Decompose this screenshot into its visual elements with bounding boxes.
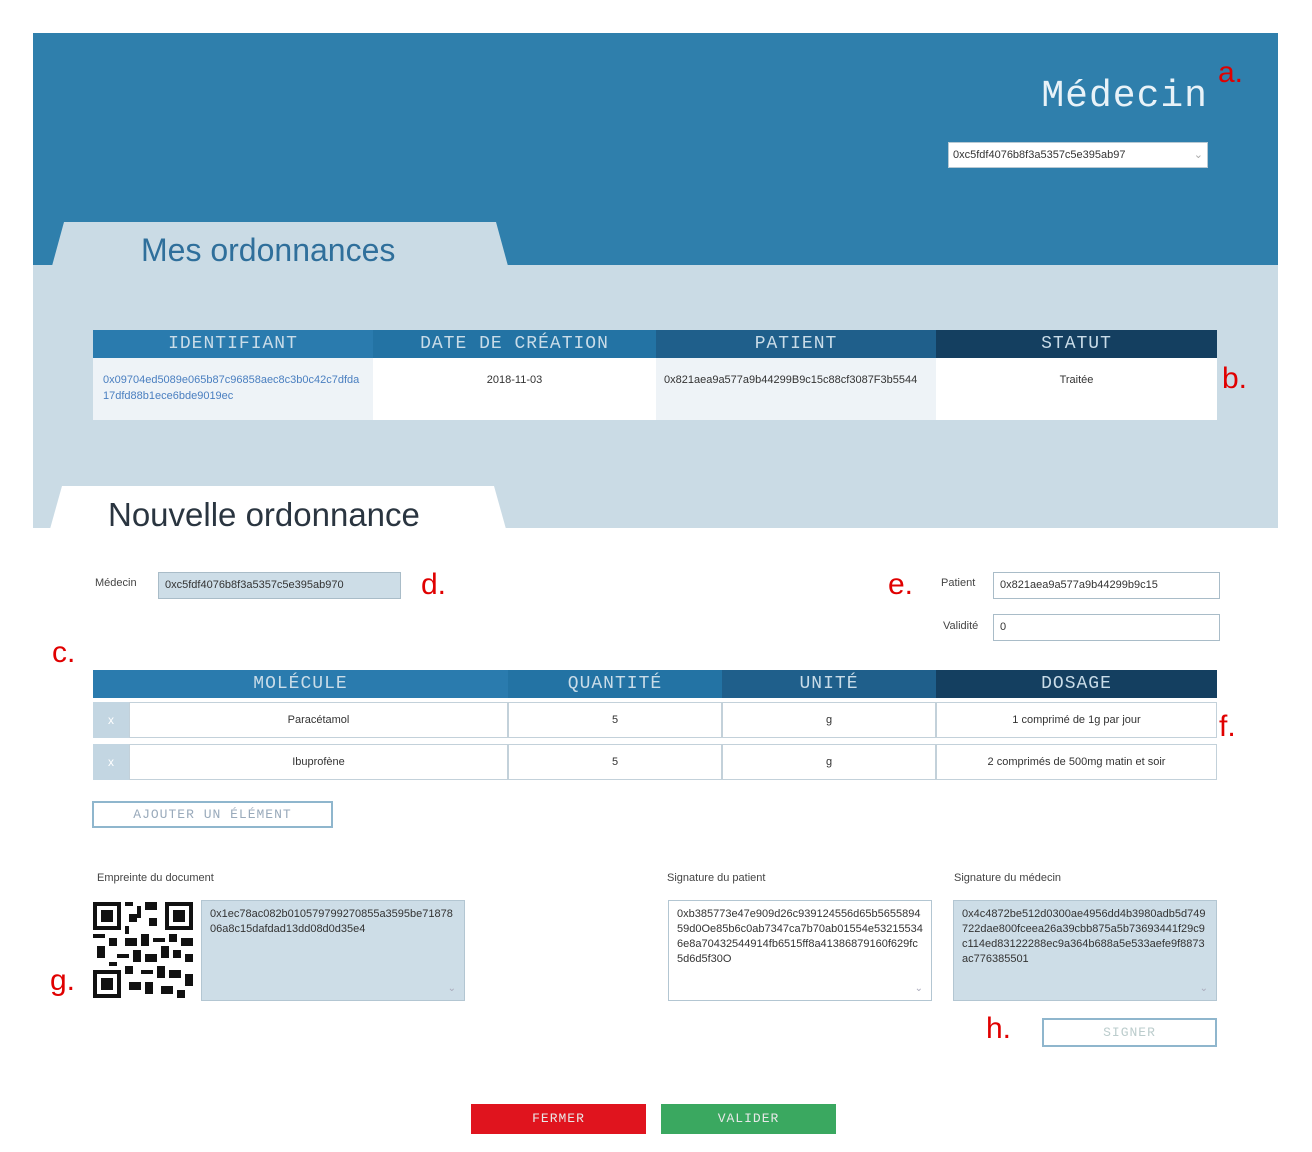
creation-date: 2018-11-03 [486,374,543,386]
annotation-marker-h: h. [986,1012,1012,1045]
tab-prescriptions-label: Mes ordonnances [141,232,396,268]
validity-field[interactable]: 0 [993,614,1220,641]
account-select[interactable]: 0xc5fdf4076b8f3a5357c5e395ab97 ⌄ [948,142,1208,168]
patient-signature-field[interactable]: 0xb385773e47e909d26c939124556d65b5655894… [668,900,932,1001]
annotation-marker-a: a. [1218,56,1244,89]
add-element-button[interactable]: AJOUTER UN ÉLÉMENT [92,801,333,828]
annotation-marker-d: d. [421,568,447,601]
patient-signature-label: Signature du patient [667,872,766,884]
close-button[interactable]: FERMER [471,1104,646,1134]
unit-input[interactable]: g [722,702,936,738]
table-row: x Paracétamol 5 g 1 comprimé de 1g par j… [93,702,1217,738]
qr-code-image [93,902,193,998]
col-header-dosage: DOSAGE [936,670,1217,698]
doctor-field-label: Médecin [95,577,137,589]
col-header-identifiant: IDENTIFIANT [93,330,373,358]
fingerprint-field[interactable]: 0x1ec78ac082b010579799270855a3595be71878… [201,900,465,1001]
annotation-marker-b: b. [1222,362,1248,395]
chevron-down-icon: ⌄ [1199,983,1208,994]
molecule-input[interactable]: Paracétamol [129,702,508,738]
dosage-input[interactable]: 1 comprimé de 1g par jour [936,702,1217,738]
remove-row-button[interactable]: x [93,744,129,780]
prescription-id-link[interactable]: 0x09704ed5089e065b87c96858aec8c3b0c42c7d… [103,372,365,404]
doctor-field[interactable]: 0xc5fdf4076b8f3a5357c5e395ab970 [158,572,401,599]
col-header-molecule: MOLÉCULE [93,670,508,698]
doctor-signature-value: 0x4c4872be512d0300ae4956dd4b3980adb5d749… [962,908,1206,965]
sign-button[interactable]: SIGNER [1042,1018,1217,1047]
tab-new-prescription-label: Nouvelle ordonnance [108,496,420,533]
col-header-date: DATE DE CRÉATION [373,330,656,358]
annotation-marker-c: c. [52,636,76,669]
unit-input[interactable]: g [722,744,936,780]
account-select-value: 0xc5fdf4076b8f3a5357c5e395ab97 [953,149,1126,161]
dosage-input[interactable]: 2 comprimés de 500mg matin et soir [936,744,1217,780]
patient-field-label: Patient [941,577,976,589]
col-header-quantite: QUANTITÉ [508,670,722,698]
doctor-signature-field[interactable]: 0x4c4872be512d0300ae4956dd4b3980adb5d749… [953,900,1217,1001]
annotation-marker-f: f. [1219,710,1236,743]
quantity-input[interactable]: 5 [508,702,722,738]
col-header-statut: STATUT [936,330,1217,358]
patient-field[interactable]: 0x821aea9a577a9b44299b9c15 [993,572,1220,599]
chevron-down-icon: ⌄ [1193,149,1203,161]
annotation-marker-e: e. [888,568,914,601]
table-row: x Ibuprofène 5 g 2 comprimés de 500mg ma… [93,744,1217,780]
molecule-input[interactable]: Ibuprofène [129,744,508,780]
patient-address: 0x821aea9a577a9b44299B9c15c88cf3087F3b55… [664,374,918,386]
status-text: Traitée [1059,374,1094,386]
chevron-down-icon: ⌄ [914,983,923,994]
patient-signature-value: 0xb385773e47e909d26c939124556d65b5655894… [677,908,923,965]
fingerprint-label: Empreinte du document [97,872,214,884]
table-cell-bg [373,358,656,420]
col-header-unite: UNITÉ [722,670,936,698]
table-cell-bg [936,358,1217,420]
validity-field-label: Validité [943,620,979,632]
validate-button[interactable]: VALIDER [661,1104,836,1134]
annotation-marker-g: g. [50,964,76,997]
table-cell-bg [656,358,936,420]
doctor-signature-label: Signature du médecin [954,872,1062,884]
fingerprint-value: 0x1ec78ac082b010579799270855a3595be71878… [210,908,453,935]
chevron-down-icon: ⌄ [447,983,456,994]
quantity-input[interactable]: 5 [508,744,722,780]
role-title: Médecin [1041,75,1208,118]
col-header-patient: PATIENT [656,330,936,358]
remove-row-button[interactable]: x [93,702,129,738]
